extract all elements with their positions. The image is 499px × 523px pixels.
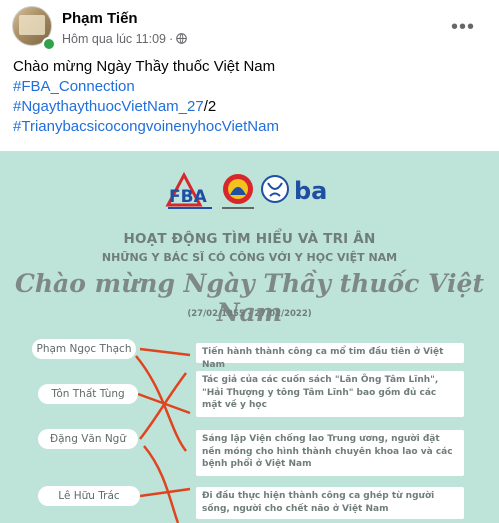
post-caption: Chào mừng Ngày Thầy thuốc Việt Nam #FBA_… [13, 57, 483, 137]
hashtag-ngay-thay-thuoc[interactable]: #NgaythaythuocVietNam_27 [13, 98, 204, 115]
post-header: Phạm Tiến Hôm qua lúc 11:09 · ••• [0, 0, 499, 52]
name-pham-ngoc-thach: Phạm Ngọc Thạch [32, 339, 136, 359]
hashtag-suffix: /2 [203, 98, 217, 115]
globe-icon[interactable] [176, 33, 187, 44]
post-meta: Hôm qua lúc 11:09 · [62, 32, 187, 46]
name-dang-van-ngu: Đặng Văn Ngữ [38, 429, 138, 449]
hashtag-fba-connection[interactable]: #FBA_Connection [13, 78, 135, 95]
meta-separator: · [169, 32, 174, 46]
online-status-dot [42, 37, 56, 51]
hashtag-tri-an-bac-si[interactable]: #TrianybacsicocongvoinenyhocVietNam [13, 118, 279, 135]
post-timestamp[interactable]: Hôm qua lúc 11:09 [62, 32, 166, 46]
fact-box-1: Tiến hành thành công ca mổ tim đầu tiên … [196, 343, 464, 370]
caption-text: Chào mừng Ngày Thầy thuốc Việt Nam [13, 58, 276, 75]
name-ton-that-tung: Tôn Thất Tùng [38, 384, 138, 404]
name-le-huu-trac: Lê Hữu Trác [38, 486, 140, 506]
fact-box-3: Sáng lập Viện chống lao Trung ương, ngườ… [196, 430, 464, 476]
post-image[interactable]: FBA ba HOẠT ĐỘNG TÌM HIỂU VÀ TRI ÂN NHỮN… [0, 151, 499, 523]
more-options-icon[interactable]: ••• [448, 12, 478, 42]
author-name[interactable]: Phạm Tiến [62, 10, 138, 27]
fact-box-4: Đi đầu thực hiện thành công ca ghép từ n… [196, 487, 464, 519]
fact-box-2: Tác giả của các cuốn sách "Lãn Ông Tâm L… [196, 371, 464, 417]
